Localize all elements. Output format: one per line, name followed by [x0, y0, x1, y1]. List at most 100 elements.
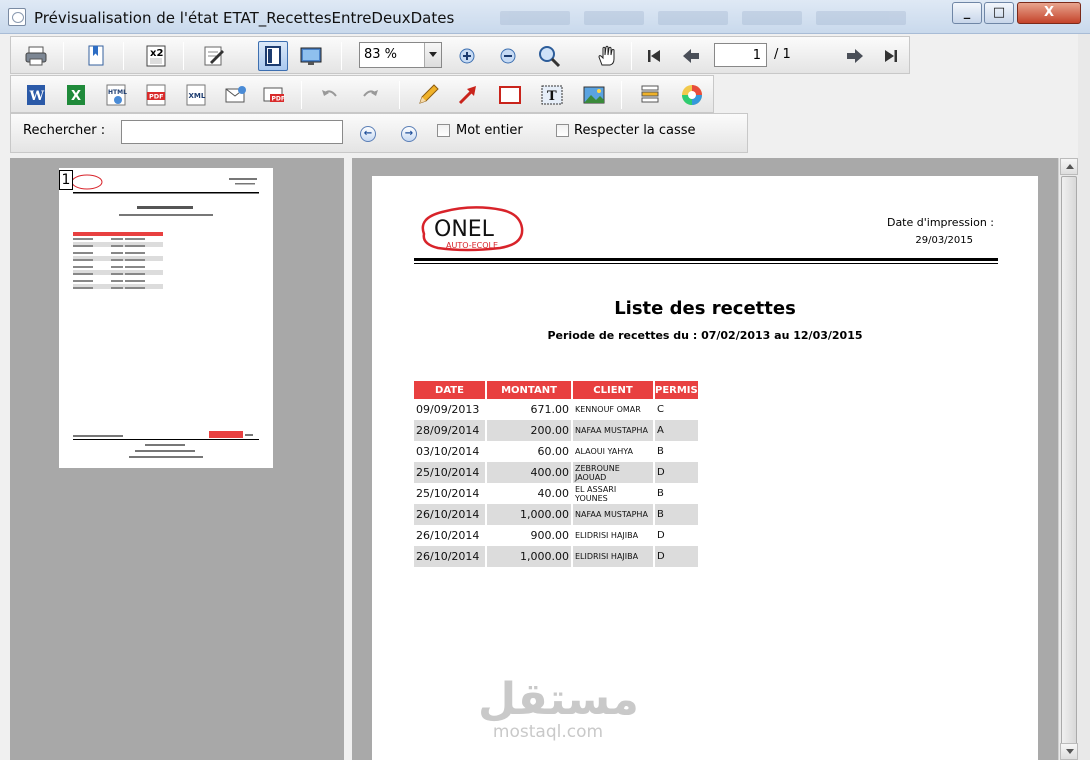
zoom-select[interactable]: 83 %: [359, 42, 442, 68]
arrow-left-icon: ←: [363, 128, 373, 139]
search-previous-button[interactable]: ←: [360, 126, 376, 142]
cell-date: 25/10/2014: [414, 483, 487, 504]
cell-date: 26/10/2014: [414, 504, 487, 525]
scroll-down-button[interactable]: [1060, 743, 1078, 760]
report-title: Liste des recettes: [614, 298, 796, 319]
pencil-icon[interactable]: [415, 82, 441, 108]
table-row: 25/10/2014 400.00 ZEBROUNE JAOUAD D: [414, 462, 700, 483]
toolbar-separator: [621, 81, 622, 109]
hand-icon[interactable]: [594, 43, 620, 69]
header-rule: [414, 258, 998, 261]
cell-client: ELIDRISI HAJIBA: [572, 525, 655, 546]
cell-amount: 1,000.00: [486, 546, 573, 567]
zoom-icon[interactable]: [536, 43, 562, 69]
cell-client: NAFAA MUSTAPHA: [572, 420, 655, 441]
image-icon[interactable]: [581, 82, 607, 108]
cell-client: ALAOUI YAHYA: [572, 441, 655, 462]
close-icon: X: [1043, 5, 1055, 20]
report-period: Periode de recettes du : 07/02/2013 au 1…: [547, 329, 863, 342]
scroll-up-button[interactable]: [1060, 158, 1078, 175]
word-export-icon[interactable]: W: [23, 82, 49, 108]
receipts-table: DATE MONTANT CLIENT PERMIS 09/09/2013 67…: [414, 381, 700, 567]
cell-amount: 671.00: [486, 399, 573, 420]
whole-word-checkbox[interactable]: [437, 124, 450, 137]
column-header-client: CLIENT: [572, 381, 655, 399]
chevron-down-icon[interactable]: [424, 43, 441, 67]
full-screen-icon[interactable]: [298, 43, 324, 69]
html-export-icon[interactable]: HTML: [103, 82, 129, 108]
toolbar-export: W X HTML PDF XML PDF T: [10, 75, 714, 113]
search-next-button[interactable]: →: [401, 126, 417, 142]
cell-license: B: [654, 504, 700, 525]
svg-text:PDF: PDF: [149, 93, 164, 101]
maximize-icon: □: [992, 5, 1006, 20]
cell-date: 03/10/2014: [414, 441, 487, 462]
match-case-checkbox[interactable]: [556, 124, 569, 137]
zoom-in-icon[interactable]: [454, 43, 480, 69]
toolbar-separator: [123, 42, 124, 70]
zoom-out-icon[interactable]: [495, 43, 521, 69]
email-pdf-icon[interactable]: PDF: [261, 82, 287, 108]
match-case-label: Respecter la casse: [574, 123, 696, 138]
cell-client: KENNOUF OMAR: [572, 399, 655, 420]
pane-splitter[interactable]: [344, 158, 352, 760]
search-input[interactable]: [121, 120, 343, 144]
cell-license: D: [654, 546, 700, 567]
page-total: / 1: [774, 47, 791, 62]
edit-icon[interactable]: [201, 43, 227, 69]
toolbar-separator: [183, 42, 184, 70]
vertical-scrollbar[interactable]: [1058, 158, 1078, 760]
table-header-row: DATE MONTANT CLIENT PERMIS: [414, 381, 700, 399]
next-page-icon[interactable]: [842, 43, 868, 69]
column-header-date: DATE: [414, 381, 487, 399]
minimize-button[interactable]: _: [952, 2, 982, 24]
table-row: 09/09/2013 671.00 KENNOUF OMAR C: [414, 399, 700, 420]
cell-date: 26/10/2014: [414, 546, 487, 567]
excel-export-icon[interactable]: X: [63, 82, 89, 108]
toolbar-separator: [63, 42, 64, 70]
cell-client: ZEBROUNE JAOUAD: [572, 462, 655, 483]
cell-license: C: [654, 399, 700, 420]
cell-amount: 900.00: [486, 525, 573, 546]
app-icon: [8, 8, 26, 26]
bookmark-icon[interactable]: [83, 43, 109, 69]
whole-word-label: Mot entier: [456, 123, 523, 138]
layers-icon[interactable]: [637, 82, 663, 108]
single-page-view-icon[interactable]: [258, 41, 288, 71]
table-row: 26/10/2014 900.00 ELIDRISI HAJIBA D: [414, 525, 700, 546]
watermark-latin: mostaql.com: [492, 722, 604, 742]
previous-page-icon[interactable]: [678, 43, 704, 69]
toolbar-separator: [631, 42, 632, 70]
close-button[interactable]: X: [1017, 2, 1081, 24]
page-thumbnail[interactable]: [59, 168, 273, 468]
cell-amount: 60.00: [486, 441, 573, 462]
last-page-icon[interactable]: [878, 43, 904, 69]
page-number-input[interactable]: 1: [714, 43, 767, 67]
print-icon[interactable]: [23, 43, 49, 69]
cell-client: NAFAA MUSTAPHA: [572, 504, 655, 525]
rectangle-icon[interactable]: [497, 82, 523, 108]
toolbar-navigation: x2 83 % 1 / 1: [10, 36, 910, 74]
table-row: 03/10/2014 60.00 ALAOUI YAHYA B: [414, 441, 700, 462]
cell-client: ELIDRISI HAJIBA: [572, 546, 655, 567]
first-page-icon[interactable]: [641, 43, 667, 69]
email-icon[interactable]: [223, 82, 249, 108]
scroll-thumb[interactable]: [1061, 176, 1077, 752]
cell-amount: 1,000.00: [486, 504, 573, 525]
color-wheel-icon[interactable]: [679, 82, 705, 108]
redo-icon[interactable]: [357, 82, 383, 108]
table-row: 25/10/2014 40.00 EL ASSARI YOUNES B: [414, 483, 700, 504]
cell-license: A: [654, 420, 700, 441]
chevron-up-icon: [1066, 164, 1074, 169]
column-header-amount: MONTANT: [486, 381, 573, 399]
arrow-draw-icon[interactable]: [455, 82, 481, 108]
two-pages-icon[interactable]: x2: [143, 43, 169, 69]
cell-amount: 200.00: [486, 420, 573, 441]
xml-export-icon[interactable]: XML: [183, 82, 209, 108]
svg-text:W: W: [29, 89, 45, 104]
text-box-icon[interactable]: T: [539, 82, 565, 108]
undo-icon[interactable]: [317, 82, 343, 108]
search-label: Rechercher :: [23, 123, 106, 138]
pdf-export-icon[interactable]: PDF: [143, 82, 169, 108]
maximize-button[interactable]: □: [984, 2, 1014, 24]
